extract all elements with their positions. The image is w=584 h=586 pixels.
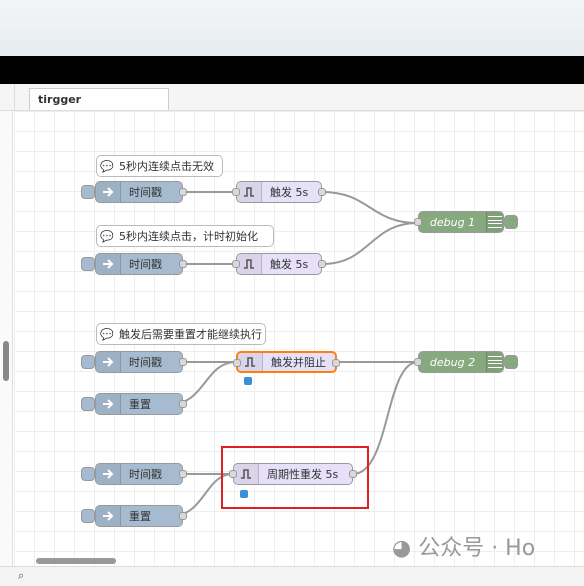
trigger-node[interactable]: 触发 5s: [232, 181, 326, 203]
inject-button[interactable]: [81, 467, 95, 481]
comment-icon: 💬: [100, 159, 114, 173]
debug-node[interactable]: debug 2: [414, 351, 518, 373]
comment-label: 触发后需要重置才能继续执行: [119, 328, 262, 341]
status-indicator: [244, 377, 252, 385]
output-port[interactable]: [179, 358, 187, 366]
horizontal-scroll-thumb[interactable]: [36, 558, 116, 564]
input-port[interactable]: [414, 358, 422, 366]
input-port[interactable]: [232, 188, 240, 196]
output-port[interactable]: [179, 188, 187, 196]
output-port[interactable]: [179, 512, 187, 520]
watermark: ◕ 公众号 · Ho: [392, 530, 535, 562]
trigger-label: 触发 5s: [270, 258, 309, 271]
input-port[interactable]: [414, 218, 422, 226]
comment-icon: 💬: [100, 327, 114, 341]
inject-label: 重置: [129, 510, 151, 523]
inject-button[interactable]: [81, 185, 95, 199]
debug-toggle-button[interactable]: [504, 215, 518, 229]
arrow-right-icon: [96, 182, 121, 202]
input-port[interactable]: [232, 260, 240, 268]
inject-button[interactable]: [81, 355, 95, 369]
vertical-scroll-thumb[interactable]: [3, 341, 9, 381]
inject-button[interactable]: [81, 397, 95, 411]
arrow-right-icon: [96, 352, 121, 372]
inject-node[interactable]: 时间戳: [81, 463, 187, 485]
vertical-scrollbar[interactable]: [0, 111, 13, 566]
watermark-text: 公众号 · Ho: [418, 536, 536, 561]
list-icon: [486, 212, 503, 232]
inject-button[interactable]: [81, 509, 95, 523]
comment-label: 5秒内连续点击，计时初始化: [119, 230, 258, 243]
browser-top-bar: [0, 0, 584, 56]
comment-label: 5秒内连续点击无效: [119, 160, 214, 173]
inject-label: 时间戳: [129, 186, 162, 199]
arrow-right-icon: [96, 506, 121, 526]
trigger-label: 触发并阻止: [271, 356, 326, 369]
inject-button[interactable]: [81, 257, 95, 271]
footer-bar: ⌕: [0, 566, 584, 586]
wechat-icon: ◕: [392, 536, 412, 561]
highlight-box: [221, 446, 369, 509]
header-bar: [0, 56, 584, 84]
output-port[interactable]: [179, 400, 187, 408]
inject-label: 时间戳: [129, 258, 162, 271]
comment-node[interactable]: 💬 触发后需要重置才能继续执行: [96, 323, 266, 345]
inject-label: 时间戳: [129, 468, 162, 481]
debug-toggle-button[interactable]: [504, 355, 518, 369]
list-icon: [486, 352, 503, 372]
inject-node[interactable]: 重置: [81, 505, 187, 527]
inject-node[interactable]: 重置: [81, 393, 187, 415]
comment-icon: 💬: [100, 229, 114, 243]
output-port[interactable]: [318, 188, 326, 196]
pulse-icon: [237, 182, 262, 202]
arrow-right-icon: [96, 464, 121, 484]
inject-label: 时间戳: [129, 356, 162, 369]
arrow-right-icon: [96, 394, 121, 414]
search-icon[interactable]: ⌕: [18, 569, 24, 583]
output-port[interactable]: [179, 260, 187, 268]
debug-label: debug 2: [429, 355, 476, 369]
inject-label: 重置: [129, 398, 151, 411]
tab-gutter: [0, 84, 15, 110]
inject-node[interactable]: 时间戳: [81, 181, 187, 203]
arrow-right-icon: [96, 254, 121, 274]
comment-node[interactable]: 💬 5秒内连续点击，计时初始化: [96, 225, 274, 247]
pulse-icon: [238, 353, 263, 371]
trigger-label: 触发 5s: [270, 186, 309, 199]
inject-node[interactable]: 时间戳: [81, 351, 187, 373]
output-port[interactable]: [179, 470, 187, 478]
trigger-node-selected[interactable]: 触发并阻止: [233, 351, 340, 385]
output-port[interactable]: [318, 260, 326, 268]
comment-node[interactable]: 💬 5秒内连续点击无效: [96, 155, 223, 177]
output-port[interactable]: [332, 359, 340, 367]
pulse-icon: [237, 254, 262, 274]
debug-label: debug 1: [429, 215, 476, 229]
trigger-node[interactable]: 触发 5s: [232, 253, 326, 275]
debug-node[interactable]: debug 1: [414, 211, 518, 233]
tab-flow[interactable]: tirgger: [29, 88, 169, 110]
inject-node[interactable]: 时间戳: [81, 253, 187, 275]
input-port[interactable]: [233, 359, 241, 367]
